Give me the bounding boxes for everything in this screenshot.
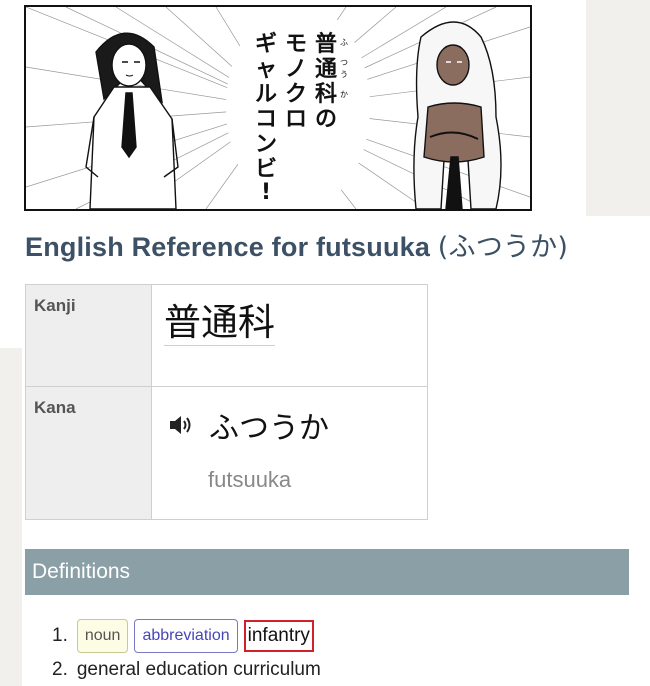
- definition-item: 1. noun abbreviation infantry: [52, 617, 321, 654]
- page-title-kana: (ふつうか): [437, 232, 569, 263]
- definitions-list: 1. noun abbreviation infantry 2. general…: [52, 617, 321, 686]
- svg-text:ャ: ャ: [255, 57, 277, 82]
- speaker-icon[interactable]: [167, 413, 195, 437]
- svg-text:科: 科: [315, 82, 337, 107]
- svg-text:モ: モ: [285, 32, 307, 57]
- kanji-label: Kanji: [25, 284, 152, 387]
- svg-text:ル: ル: [255, 82, 277, 107]
- svg-text:コ: コ: [255, 107, 277, 132]
- kana-line: ふつうか: [167, 403, 427, 447]
- svg-text:の: の: [315, 107, 337, 132]
- kanji-value: 普通科: [164, 301, 275, 346]
- definition-gloss: general education curriculum: [76, 659, 321, 680]
- page: 普 通 科 の モ ノ ク ロ ギ ャ ル コ ン ビ ! ふ つ う か En…: [0, 0, 650, 686]
- abbreviation-tag: abbreviation: [134, 618, 238, 653]
- kana-cell: ふつうか futsuuka: [151, 386, 428, 520]
- svg-text:ビ: ビ: [255, 157, 277, 182]
- background-strip-left: [0, 348, 22, 686]
- kana-label: Kana: [25, 386, 152, 520]
- highlighted-gloss[interactable]: infantry: [243, 619, 314, 652]
- manga-illustration: 普 通 科 の モ ノ ク ロ ギ ャ ル コ ン ビ ! ふ つ う か: [26, 7, 530, 209]
- svg-text:ク: ク: [285, 82, 307, 107]
- svg-text:ロ: ロ: [285, 107, 307, 132]
- definitions-header: Definitions: [25, 549, 629, 595]
- left-character: [85, 32, 179, 209]
- svg-text:ギ: ギ: [255, 32, 277, 57]
- right-character: [413, 21, 502, 209]
- svg-text:か: か: [340, 90, 348, 99]
- svg-text:ふ: ふ: [340, 38, 348, 47]
- reading-table: Kanji 普通科 Kana ふつうか futsuuka: [25, 284, 428, 520]
- romaji-value: futsuuka: [208, 467, 292, 492]
- svg-text:!: !: [261, 180, 271, 205]
- definition-item: 2. general education curriculum: [52, 654, 321, 686]
- svg-text:通: 通: [315, 57, 337, 82]
- svg-text:う: う: [340, 70, 348, 79]
- noun-tag: noun: [76, 618, 129, 653]
- page-title: English Reference for futsuuka (ふつうか): [25, 225, 568, 264]
- kanji-cell: 普通科: [151, 284, 428, 387]
- manga-panel-image: 普 通 科 の モ ノ ク ロ ギ ャ ル コ ン ビ ! ふ つ う か: [24, 5, 532, 211]
- caption-line-1-char: 普: [315, 31, 337, 57]
- kana-value: ふつうか: [209, 411, 329, 446]
- kana-row: Kana ふつうか futsuuka: [25, 386, 428, 520]
- background-strip-right: [586, 0, 650, 216]
- page-title-text: English Reference for futsuuka: [25, 232, 438, 262]
- svg-text:ノ: ノ: [285, 57, 307, 82]
- svg-text:ン: ン: [255, 132, 277, 157]
- svg-text:つ: つ: [340, 58, 348, 67]
- kanji-row: Kanji 普通科: [25, 284, 428, 387]
- definition-number: 2.: [52, 659, 68, 680]
- definition-number: 1.: [52, 624, 68, 646]
